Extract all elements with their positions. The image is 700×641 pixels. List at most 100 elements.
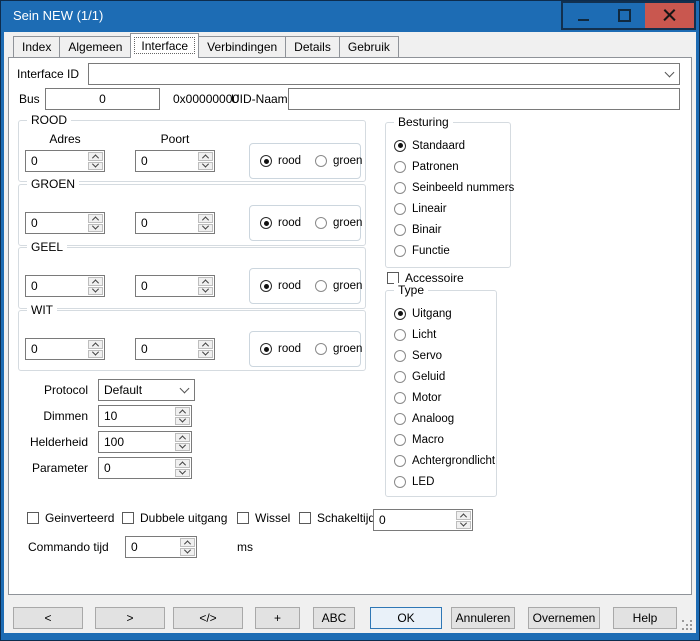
geel-group: GEEL 0 0 rood groen xyxy=(18,247,366,309)
chevron-down-icon xyxy=(92,286,99,293)
radio-icon xyxy=(394,392,406,404)
uid-naam-label: UID-Naam xyxy=(231,88,288,110)
prev-button[interactable]: < xyxy=(13,607,83,629)
spin-down-button[interactable] xyxy=(456,521,471,530)
radio-groen[interactable]: groen xyxy=(315,217,362,229)
minimize-button[interactable] xyxy=(561,1,605,30)
next-button[interactable]: > xyxy=(95,607,165,629)
radio-groen[interactable]: groen xyxy=(315,343,362,355)
spin-up-button[interactable] xyxy=(175,459,190,468)
annuleren-button[interactable]: Annuleren xyxy=(451,607,515,629)
spin-up-button[interactable] xyxy=(88,152,103,161)
chevron-down-icon xyxy=(202,161,209,168)
spin-up-button[interactable] xyxy=(175,407,190,416)
uid-naam-input[interactable] xyxy=(288,88,680,110)
spin-down-button[interactable] xyxy=(88,350,103,359)
spin-up-button[interactable] xyxy=(180,538,195,547)
radio-rood[interactable]: rood xyxy=(260,343,301,355)
rood-poort-spinner[interactable]: 0 xyxy=(135,150,215,172)
spin-down-button[interactable] xyxy=(198,287,213,296)
radio-patronen[interactable]: Patronen xyxy=(394,156,514,177)
rood-adres-spinner[interactable]: 0 xyxy=(25,150,105,172)
radio-analoog[interactable]: Analoog xyxy=(394,408,495,429)
geinverteerd-checkbox[interactable]: Geinverteerd xyxy=(27,511,114,525)
radio-standaard[interactable]: Standaard xyxy=(394,135,514,156)
abc-button[interactable]: ABC xyxy=(313,607,355,629)
spin-up-button[interactable] xyxy=(88,340,103,349)
groen-group: GROEN 0 0 rood groen xyxy=(18,184,366,246)
radio-binair[interactable]: Binair xyxy=(394,219,514,240)
overnemen-button[interactable]: Overnemen xyxy=(528,607,600,629)
protocol-combobox[interactable]: Default xyxy=(98,379,195,401)
tab-index[interactable]: Index xyxy=(13,36,60,57)
spin-up-button[interactable] xyxy=(198,214,213,223)
radio-seinbeeld-nummers[interactable]: Seinbeeld nummers xyxy=(394,177,514,198)
radio-motor[interactable]: Motor xyxy=(394,387,495,408)
close-button[interactable] xyxy=(645,1,696,30)
radio-icon xyxy=(394,182,406,194)
spin-up-button[interactable] xyxy=(198,152,213,161)
wit-adres-spinner[interactable]: 0 xyxy=(25,338,105,360)
radio-rood[interactable]: rood xyxy=(260,217,301,229)
spin-up-button[interactable] xyxy=(88,277,103,286)
spin-down-button[interactable] xyxy=(175,417,190,426)
schakeltijd-spinner[interactable]: 0 xyxy=(373,509,473,531)
dimmen-spinner[interactable]: 10 xyxy=(98,405,192,427)
interface-id-combobox[interactable] xyxy=(88,63,680,85)
tab-algemeen[interactable]: Algemeen xyxy=(59,36,131,57)
spin-down-button[interactable] xyxy=(175,443,190,452)
radio-licht[interactable]: Licht xyxy=(394,324,495,345)
spin-up-button[interactable] xyxy=(88,214,103,223)
helderheid-spinner[interactable]: 100 xyxy=(98,431,192,453)
spin-down-button[interactable] xyxy=(198,224,213,233)
spin-up-button[interactable] xyxy=(175,433,190,442)
resize-grip-icon[interactable] xyxy=(682,620,694,632)
radio-macro[interactable]: Macro xyxy=(394,429,495,450)
radio-groen[interactable]: groen xyxy=(315,155,362,167)
window-title: Sein NEW (1/1) xyxy=(13,0,103,31)
spin-up-button[interactable] xyxy=(456,511,471,520)
radio-groen[interactable]: groen xyxy=(315,280,362,292)
spin-down-button[interactable] xyxy=(175,469,190,478)
groen-adres-spinner[interactable]: 0 xyxy=(25,212,105,234)
radio-achtergrondlicht[interactable]: Achtergrondlicht xyxy=(394,450,495,471)
tab-details[interactable]: Details xyxy=(285,36,340,57)
checkbox-icon xyxy=(237,512,249,524)
chevron-down-icon xyxy=(202,349,209,356)
wissel-checkbox[interactable]: Wissel xyxy=(237,511,290,525)
dubbele-uitgang-checkbox[interactable]: Dubbele uitgang xyxy=(122,511,227,525)
radio-servo[interactable]: Servo xyxy=(394,345,495,366)
maximize-button[interactable] xyxy=(603,1,647,30)
radio-led[interactable]: LED xyxy=(394,471,495,492)
tab-interface[interactable]: Interface xyxy=(130,33,199,58)
wit-poort-spinner[interactable]: 0 xyxy=(135,338,215,360)
titlebar[interactable]: Sein NEW (1/1) xyxy=(0,0,700,32)
spin-up-button[interactable] xyxy=(198,277,213,286)
tab-verbindingen[interactable]: Verbindingen xyxy=(198,36,286,57)
radio-lineair[interactable]: Lineair xyxy=(394,198,514,219)
radio-geluid[interactable]: Geluid xyxy=(394,366,495,387)
radio-rood[interactable]: rood xyxy=(260,155,301,167)
radio-functie[interactable]: Functie xyxy=(394,240,514,261)
tab-gebruik[interactable]: Gebruik xyxy=(339,36,399,57)
help-button[interactable]: Help xyxy=(613,607,677,629)
spin-down-button[interactable] xyxy=(198,162,213,171)
spin-down-button[interactable] xyxy=(88,162,103,171)
radio-uitgang[interactable]: Uitgang xyxy=(394,303,495,324)
spin-down-button[interactable] xyxy=(198,350,213,359)
add-button[interactable]: + xyxy=(255,607,300,629)
radio-rood[interactable]: rood xyxy=(260,280,301,292)
spin-down-button[interactable] xyxy=(88,287,103,296)
spin-up-button[interactable] xyxy=(198,340,213,349)
spin-down-button[interactable] xyxy=(88,224,103,233)
ok-button[interactable]: OK xyxy=(370,607,442,629)
geel-poort-spinner[interactable]: 0 xyxy=(135,275,215,297)
groen-poort-spinner[interactable]: 0 xyxy=(135,212,215,234)
geel-adres-spinner[interactable]: 0 xyxy=(25,275,105,297)
parameter-spinner[interactable]: 0 xyxy=(98,457,192,479)
schakeltijd-checkbox[interactable]: Schakeltijd xyxy=(299,511,375,525)
bus-input[interactable]: 0 xyxy=(45,88,160,110)
code-button[interactable]: </> xyxy=(173,607,243,629)
spin-down-button[interactable] xyxy=(180,548,195,557)
commando-tijd-spinner[interactable]: 0 xyxy=(125,536,197,558)
